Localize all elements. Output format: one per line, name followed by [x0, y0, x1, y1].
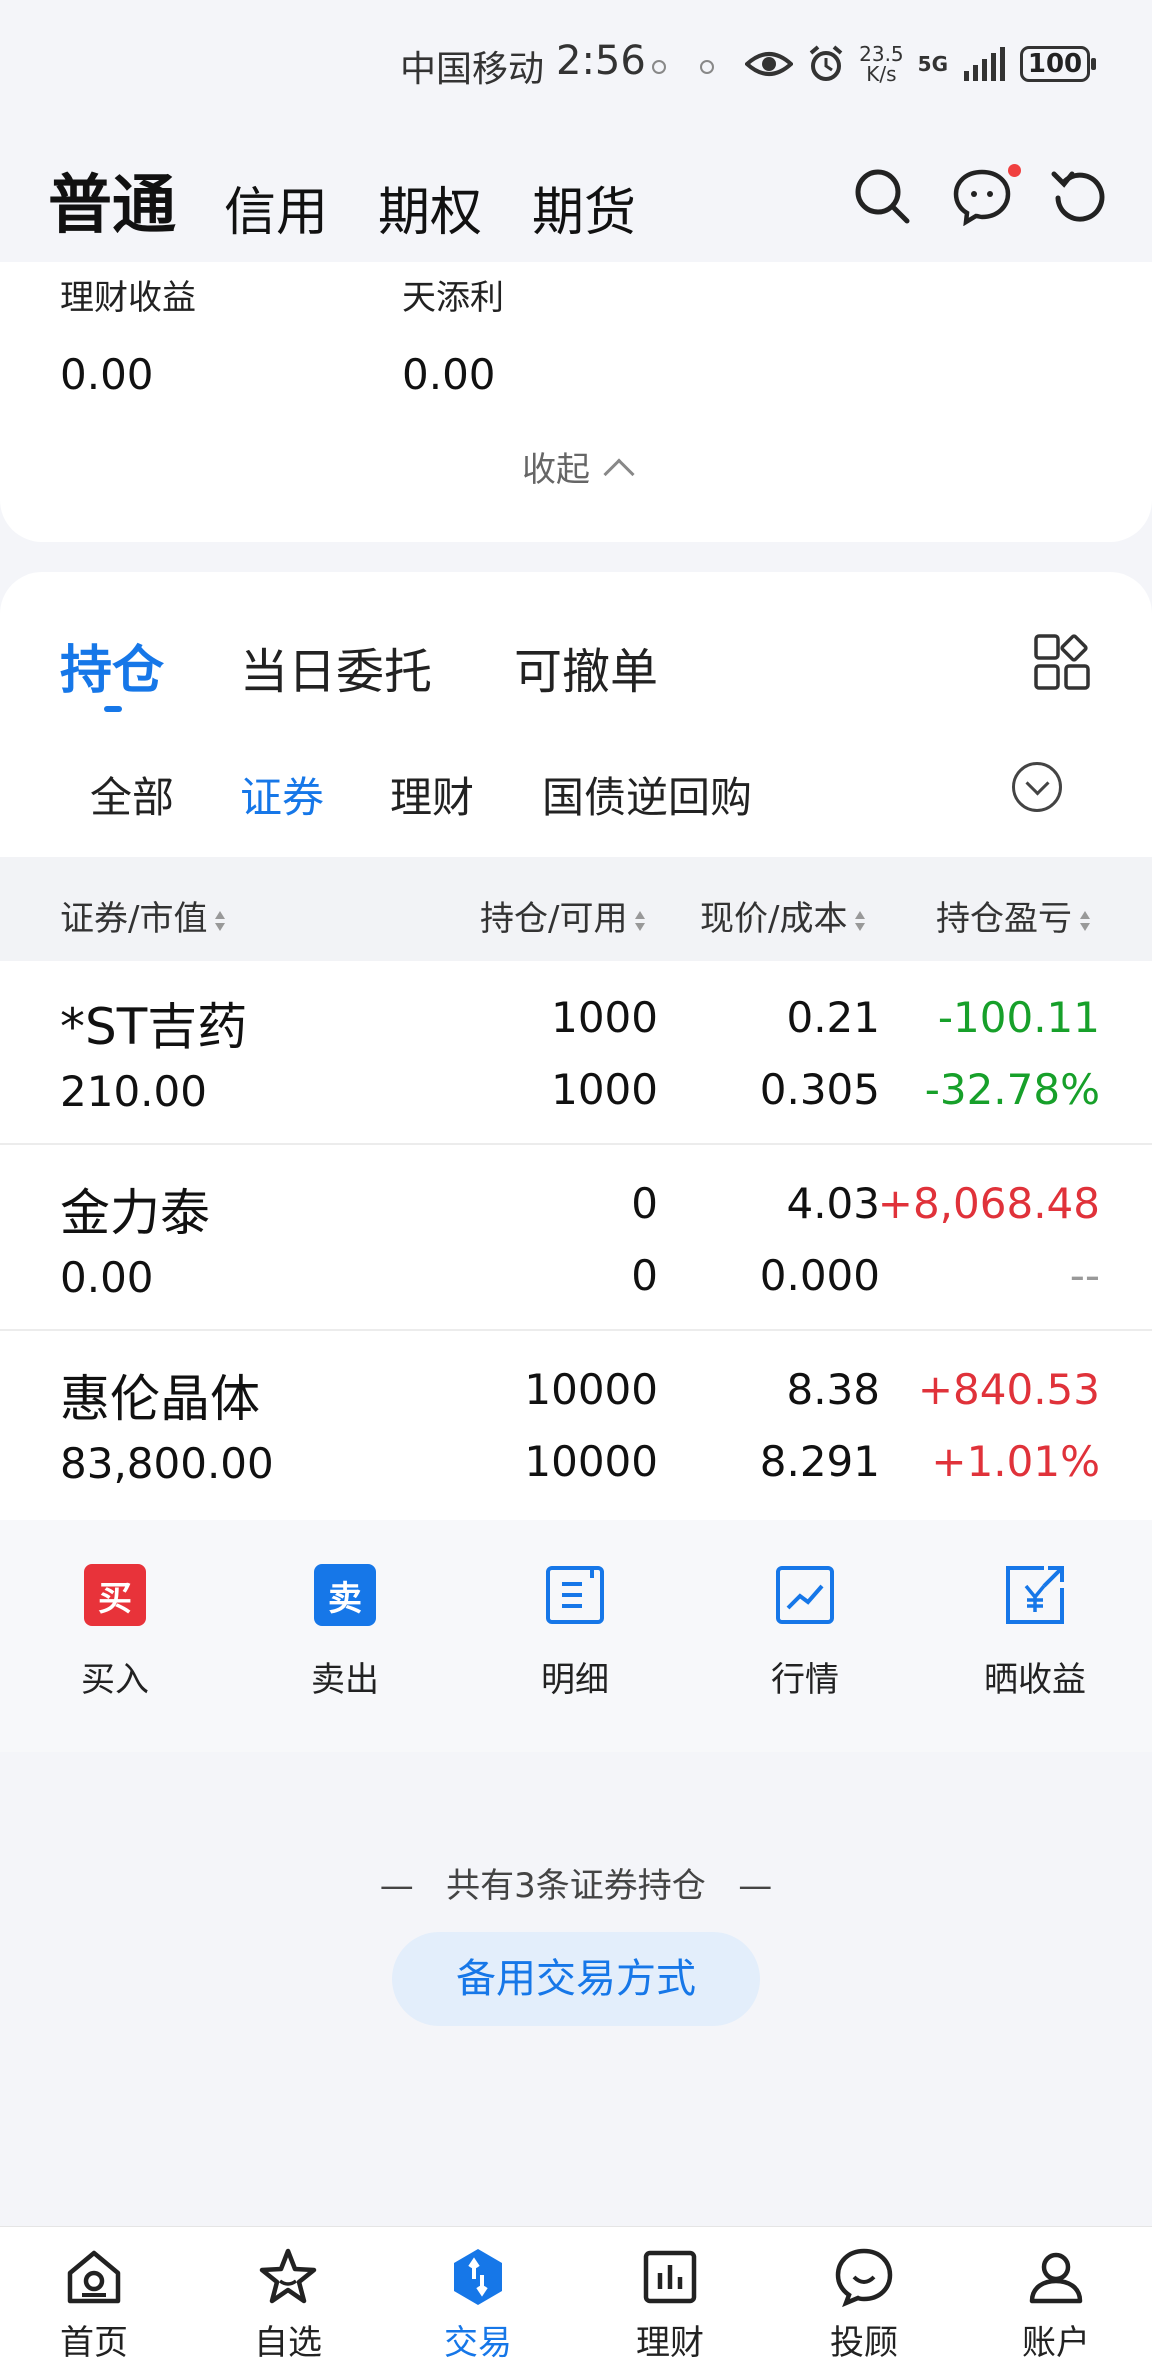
table-row[interactable]: 金力泰 0.00 0 0 4.03 0.000 +8,068.48 --: [0, 1147, 1152, 1331]
carrier-name: 中国移动: [400, 49, 545, 90]
quotes-button[interactable]: 行情: [730, 1564, 880, 1701]
current-price: 0.21: [786, 993, 880, 1042]
col-security-sort[interactable]: 证券/市值: [60, 891, 226, 940]
position-pnl-pct: --: [1069, 1251, 1100, 1300]
tab-today-orders[interactable]: 当日委托: [240, 632, 432, 702]
battery-icon: 100: [1020, 46, 1096, 82]
col-holding-sort[interactable]: 持仓/可用: [480, 891, 646, 940]
grid-icon[interactable]: [1034, 634, 1090, 690]
cost-price: 8.291: [759, 1437, 880, 1486]
chart-icon: [774, 1564, 836, 1626]
search-icon[interactable]: [852, 166, 912, 226]
col-price-sort[interactable]: 现价/成本: [700, 891, 866, 940]
status-bar: 中国移动 2:56 23.5 K/s 5G 100: [0, 0, 1152, 130]
position-pnl-pct: -32.78%: [924, 1065, 1100, 1114]
eye-icon: [745, 52, 794, 76]
tab-options[interactable]: 期权: [378, 170, 482, 245]
subtab-wealth[interactable]: 理财: [390, 764, 474, 825]
sell-button[interactable]: 卖 卖出: [270, 1564, 420, 1701]
collapse-button[interactable]: 收起: [0, 442, 1152, 491]
advisor-icon: [835, 2248, 893, 2308]
market-value: 210.00: [60, 1067, 207, 1116]
cost-price: 0.000: [759, 1251, 880, 1300]
holding-qty: 10000: [524, 1365, 658, 1414]
holding-qty: 0: [631, 1179, 658, 1228]
security-name: 惠伦晶体: [60, 1370, 260, 1428]
sort-icon: [635, 909, 646, 933]
security-name: 金力泰: [60, 1184, 210, 1242]
chevron-down-icon[interactable]: [1012, 762, 1062, 812]
network-speed: 23.5 K/s: [859, 42, 904, 86]
available-qty: 0: [631, 1251, 658, 1300]
market-value: 0.00: [60, 1253, 154, 1302]
account-type-tabs: 普通 信用 期权 期货: [0, 130, 1152, 264]
buy-button[interactable]: 买 买入: [40, 1564, 190, 1701]
bar-chart-icon: [643, 2250, 697, 2304]
tab-normal[interactable]: 普通: [48, 154, 176, 246]
position-pnl: +840.53: [917, 1365, 1100, 1414]
subtab-repo[interactable]: 国债逆回购: [542, 764, 752, 825]
bottom-nav: 首页 自选 交易 理财 投顾 账户: [0, 2226, 1152, 2376]
share-earnings-button[interactable]: 晒收益: [960, 1564, 1110, 1701]
tiantianli-label: 天添利: [402, 278, 504, 318]
current-price: 4.03: [786, 1179, 880, 1228]
details-button[interactable]: 明细: [500, 1564, 650, 1701]
user-icon: [1029, 2252, 1083, 2304]
table-row[interactable]: *ST吉药 210.00 1000 1000 0.21 0.305 -100.1…: [0, 961, 1152, 1145]
position-actions: 买 买入 卖 卖出 明细 行情 晒收益: [0, 1520, 1152, 1752]
list-icon: [544, 1564, 606, 1626]
col-pnl-sort[interactable]: 持仓盈亏: [936, 891, 1090, 940]
wealth-income-value: 0.00: [60, 350, 154, 399]
cost-price: 0.305: [759, 1065, 880, 1114]
nav-wealth[interactable]: 理财: [610, 2245, 730, 2364]
tiantianli-value: 0.00: [402, 350, 496, 399]
buy-icon: 买: [84, 1564, 146, 1626]
table-row[interactable]: 惠伦晶体 83,800.00 10000 10000 8.38 8.291 +8…: [0, 1333, 1152, 1517]
position-pnl-pct: +1.01%: [931, 1437, 1100, 1486]
current-price: 8.38: [786, 1365, 880, 1414]
asset-summary-card: 理财收益 0.00 天添利 0.00 收起: [0, 262, 1152, 542]
sort-icon: [1080, 909, 1090, 933]
tab-positions[interactable]: 持仓: [60, 628, 164, 703]
nav-home[interactable]: 首页: [34, 2245, 154, 2364]
holding-qty: 1000: [551, 993, 658, 1042]
chevron-up-icon: [603, 458, 635, 490]
sort-icon: [855, 909, 866, 933]
clock: 2:56: [556, 38, 646, 84]
sell-icon: 卖: [314, 1564, 376, 1626]
unread-badge: [1008, 164, 1021, 177]
available-qty: 1000: [551, 1065, 658, 1114]
star-icon: [259, 2248, 317, 2304]
alarm-icon: [809, 45, 843, 81]
available-qty: 10000: [524, 1437, 658, 1486]
home-icon: [67, 2250, 121, 2304]
tab-credit[interactable]: 信用: [224, 170, 328, 245]
nav-trade[interactable]: 交易: [418, 2245, 538, 2364]
nav-account[interactable]: 账户: [996, 2245, 1116, 2364]
wealth-income-label: 理财收益: [60, 278, 196, 318]
notification-icon: [700, 60, 714, 74]
position-pnl: +8,068.48: [877, 1179, 1100, 1228]
active-tab-indicator: [104, 706, 122, 712]
refresh-icon[interactable]: [1050, 166, 1110, 226]
nav-watchlist[interactable]: 自选: [228, 2245, 348, 2364]
subtab-all[interactable]: 全部: [90, 764, 174, 825]
positions-count: — 共有3条证券持仓 —: [379, 1866, 773, 1906]
security-name: *ST吉药: [60, 998, 248, 1056]
tab-futures[interactable]: 期货: [532, 170, 636, 245]
position-pnl: -100.11: [937, 993, 1100, 1042]
signal-icon: [964, 47, 1005, 81]
network-type: 5G: [917, 52, 948, 76]
nav-advisor[interactable]: 投顾: [804, 2245, 924, 2364]
trade-icon: [454, 2249, 502, 2305]
notification-icon: [652, 60, 666, 74]
market-value: 83,800.00: [60, 1439, 274, 1488]
table-header: 证券/市值 持仓/可用 现价/成本 持仓盈亏: [0, 857, 1152, 961]
subtab-securities[interactable]: 证券: [240, 764, 324, 825]
backup-trading-button[interactable]: 备用交易方式: [392, 1932, 760, 2026]
tab-cancelable[interactable]: 可撤单: [514, 632, 658, 702]
share-yuan-icon: [1004, 1564, 1066, 1626]
message-icon[interactable]: [952, 166, 1012, 227]
sort-icon: [215, 909, 226, 933]
